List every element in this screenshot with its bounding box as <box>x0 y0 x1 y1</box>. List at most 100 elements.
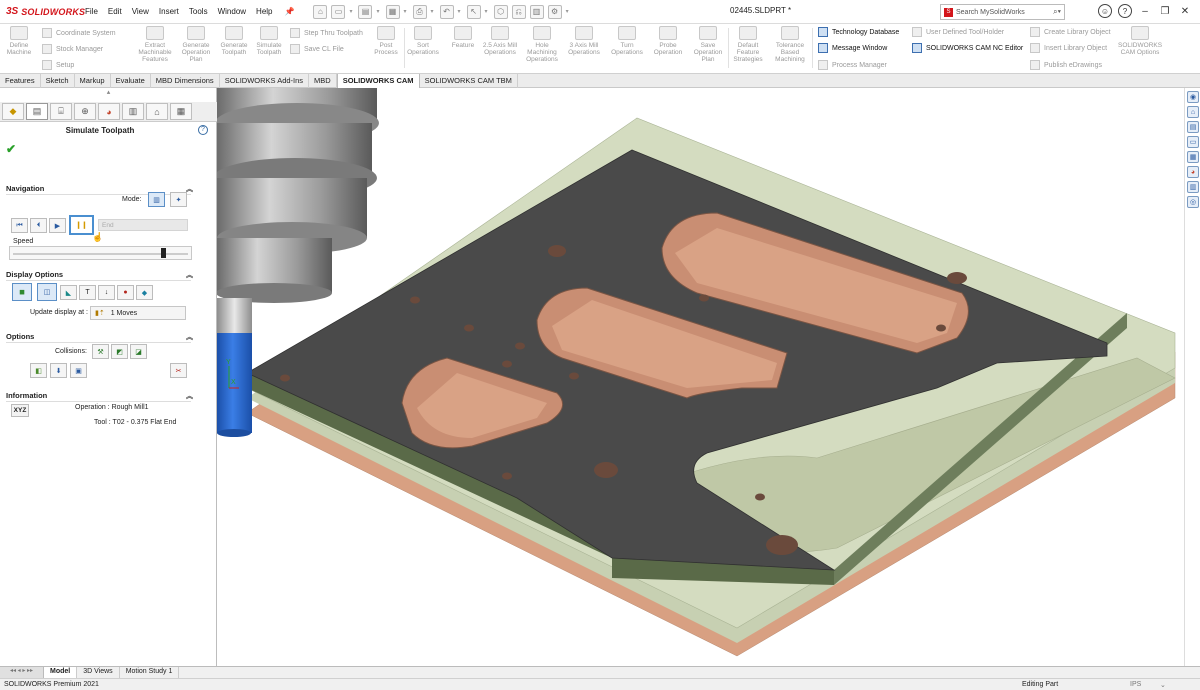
tab-mbd-dimensions[interactable]: MBD Dimensions <box>151 74 220 88</box>
graphics-area[interactable]: Y X <box>217 88 1184 666</box>
save-operation-plan-button[interactable]: Save Operation Plan <box>690 26 726 63</box>
print-dropdown-icon[interactable]: ▾ <box>431 8 434 15</box>
menu-help[interactable]: Help <box>251 7 277 16</box>
display-holder-button[interactable]: ↓ <box>98 285 115 300</box>
display-stock-button[interactable]: ◣ <box>60 285 77 300</box>
collapse-chevron-icon[interactable]: ︽ <box>186 184 193 194</box>
mode-step-button[interactable]: ✦ <box>170 192 187 207</box>
menu-view[interactable]: View <box>127 7 154 16</box>
undo-icon[interactable]: ↶ <box>439 4 454 19</box>
message-window-button[interactable]: Message Window <box>818 43 887 53</box>
tab-markup[interactable]: Markup <box>75 74 111 88</box>
open-folder-icon[interactable]: ▤ <box>358 4 373 19</box>
feature-manager-icon[interactable]: ◆ <box>2 103 24 120</box>
minimize-icon[interactable]: – <box>1138 6 1152 17</box>
xyz-toggle-button[interactable]: XYZ <box>11 404 29 417</box>
sort-operations-button[interactable]: Sort Operations <box>406 26 440 56</box>
tab-solidworks-cam-tbm[interactable]: SOLIDWORKS CAM TBM <box>420 74 518 88</box>
create-library-object-button[interactable]: Create Library Object <box>1030 27 1111 37</box>
compare-stock-button[interactable]: ◧ <box>30 363 47 378</box>
setup-button[interactable]: Setup <box>42 60 74 70</box>
3-axis-mill-operations-button[interactable]: 3 Axis Mill Operations <box>564 26 604 56</box>
property-manager-icon[interactable]: ▤ <box>26 103 48 120</box>
post-process-button[interactable]: Post Process <box>370 26 402 56</box>
collision-stock-button[interactable]: ◩ <box>111 344 128 359</box>
update-display-moves-button[interactable]: ▮⇡ 1 Moves <box>90 306 186 320</box>
scenes-icon[interactable]: ◕ <box>1187 166 1199 178</box>
hole-machining-operations-button[interactable]: Hole Machining Operations <box>522 26 562 63</box>
2-5-axis-mill-operations-button[interactable]: 2.5 Axis Mill Operations <box>482 26 518 56</box>
ok-check-icon[interactable]: ✔ <box>6 142 16 156</box>
select-arrow-icon[interactable]: ↖ <box>466 4 481 19</box>
tab-solidworks-cam[interactable]: SOLIDWORKS CAM <box>336 74 420 88</box>
tab-features[interactable]: Features <box>0 74 41 88</box>
default-feature-strategies-button[interactable]: Default Feature Strategies <box>730 26 766 63</box>
probe-operation-button[interactable]: Probe Operation <box>650 26 686 56</box>
tab-model[interactable]: Model <box>44 667 78 678</box>
solidworks-forum-icon[interactable]: ◎ <box>1187 196 1199 208</box>
print-icon[interactable]: ⎙ <box>412 4 427 19</box>
help-icon[interactable]: ? <box>1118 4 1132 18</box>
home-icon[interactable]: ⌂ <box>313 4 328 19</box>
options-dropdown-icon[interactable]: ▾ <box>566 8 569 15</box>
tolerance-based-machining-button[interactable]: Tolerance Based Machining <box>770 26 810 63</box>
pause-button[interactable]: ❙❙ <box>69 215 94 235</box>
unit-system[interactable]: IPS <box>1130 681 1141 688</box>
menu-tools[interactable]: Tools <box>184 7 213 16</box>
display-manager-icon[interactable]: ◕ <box>98 103 120 120</box>
display-transparent-button[interactable]: ◫ <box>37 283 57 301</box>
collision-part-button[interactable]: ◪ <box>130 344 147 359</box>
step-thru-toolpath-button[interactable]: Step Thru Toolpath <box>290 28 363 38</box>
options-gear-icon[interactable]: ⚙ <box>547 4 562 19</box>
publish-edrawings-button[interactable]: Publish eDrawings <box>1030 60 1102 70</box>
configuration-manager-icon[interactable]: ⌸ <box>50 103 72 120</box>
feature-button[interactable]: Feature <box>446 26 480 49</box>
manager-pane-collapse[interactable]: ▴ <box>0 88 217 102</box>
turn-operations-button[interactable]: Turn Operations <box>608 26 646 56</box>
menu-insert[interactable]: Insert <box>154 7 184 16</box>
collapse-chevron-icon[interactable]: ︽ <box>186 391 193 401</box>
select-dropdown-icon[interactable]: ▾ <box>485 8 488 15</box>
search-icon[interactable]: ⌕▾ <box>1053 7 1061 17</box>
display-shaded-button[interactable]: ◼ <box>12 283 32 301</box>
technology-database-button[interactable]: Technology Database <box>818 27 899 37</box>
speed-slider[interactable] <box>9 246 192 260</box>
view-palette-icon[interactable]: ▭ <box>1187 136 1199 148</box>
help-icon[interactable]: ? <box>198 125 208 135</box>
tab-3d-views[interactable]: 3D Views <box>77 667 120 678</box>
options-section-header[interactable]: Options ︽ <box>6 332 193 343</box>
nc-editor-button[interactable]: SOLIDWORKS CAM NC Editor <box>912 43 1023 53</box>
status-options-icon[interactable]: ⌄ <box>1160 681 1166 689</box>
tab-solidworks-add-ins[interactable]: SOLIDWORKS Add-Ins <box>220 74 310 88</box>
menu-window[interactable]: Window <box>213 7 251 16</box>
save-stl-button[interactable]: ⬇ <box>50 363 67 378</box>
display-options-section-header[interactable]: Display Options ︽ <box>6 270 193 281</box>
new-dropdown-icon[interactable]: ▾ <box>349 8 352 15</box>
define-machine-button[interactable]: Define Machine <box>4 26 34 56</box>
insert-library-object-button[interactable]: Insert Library Object <box>1030 43 1107 53</box>
open-dropdown-icon[interactable]: ▾ <box>376 8 379 15</box>
play-button[interactable]: ▶ <box>49 218 66 233</box>
menu-edit[interactable]: Edit <box>103 7 127 16</box>
speed-slider-thumb[interactable] <box>160 248 166 258</box>
account-icon[interactable]: ☺ <box>1098 4 1112 18</box>
new-document-icon[interactable]: ▭ <box>331 4 346 19</box>
close-icon[interactable]: ✕ <box>1178 6 1192 17</box>
appearances-icon[interactable]: ▦ <box>1187 151 1199 163</box>
collapse-chevron-icon[interactable]: ︽ <box>186 270 193 280</box>
file-properties-icon[interactable]: ▥ <box>529 4 544 19</box>
rebuild-icon[interactable]: ⬡ <box>493 4 508 19</box>
solidworks-resources-icon[interactable]: ◉ <box>1187 91 1199 103</box>
cam-tool-tree-icon[interactable]: ▦ <box>170 103 192 120</box>
rewind-start-button[interactable]: ⏮ <box>11 218 28 233</box>
step-back-button[interactable]: ⏴ <box>30 218 47 233</box>
display-toolpath-button[interactable]: ● <box>117 285 134 300</box>
save-dropdown-icon[interactable]: ▾ <box>404 8 407 15</box>
process-manager-button[interactable]: Process Manager <box>818 60 887 70</box>
tab-motion-study-1[interactable]: Motion Study 1 <box>120 667 180 678</box>
dimxpert-icon[interactable]: ⊕ <box>74 103 96 120</box>
file-explorer-icon[interactable]: ▤ <box>1187 121 1199 133</box>
coordinate-system-button[interactable]: Coordinate System <box>42 28 116 38</box>
search-box[interactable]: S Search MySolidWorks ⌕▾ <box>940 4 1065 20</box>
generate-operation-plan-button[interactable]: Generate Operation Plan <box>178 26 214 63</box>
